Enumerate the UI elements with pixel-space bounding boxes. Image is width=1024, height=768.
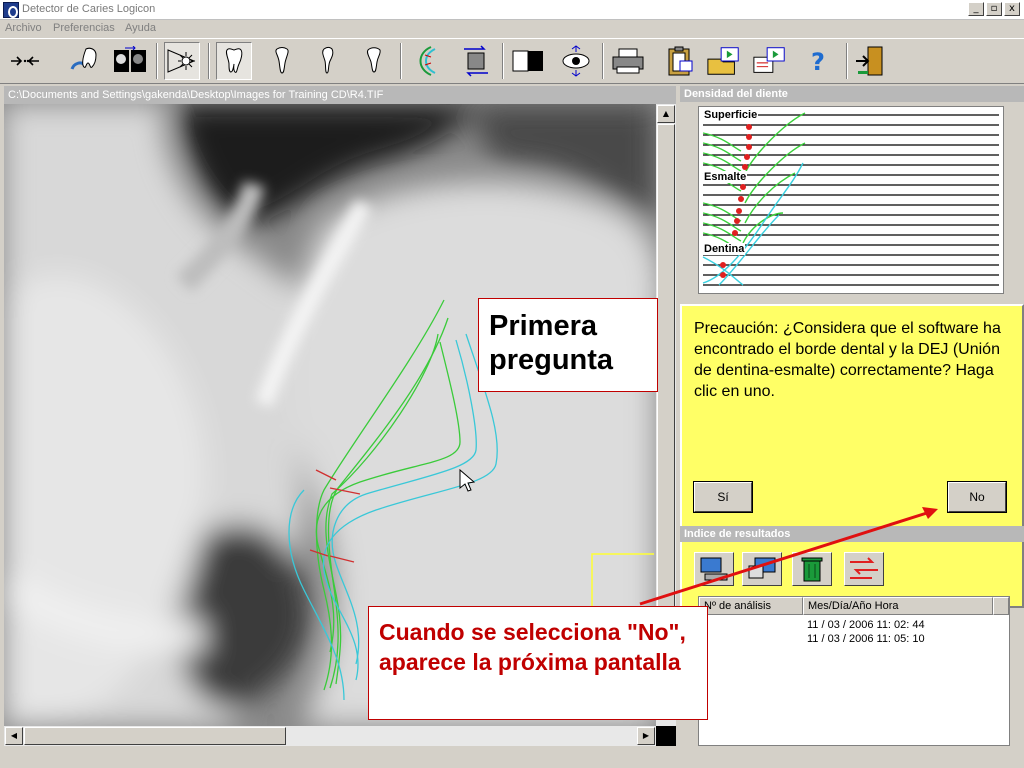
scroll-up-icon[interactable]: ▲ [657,105,675,123]
vertical-scroll-thumb[interactable] [657,124,675,680]
menu-preferencias[interactable]: Preferencias [53,22,115,34]
tooth-4-icon[interactable] [356,42,392,80]
light-icon[interactable] [164,42,200,80]
view-icon[interactable] [558,42,594,80]
move-icon[interactable] [8,42,44,80]
column-header-date[interactable]: Mes/Día/Año Hora [803,597,993,615]
title-bar: Detector de Caries Logicon _ ▫ x [0,0,1024,20]
window-title: Detector de Caries Logicon [22,3,156,15]
menu-archivo[interactable]: Archivo [5,22,42,34]
compare-images-icon[interactable] [112,42,148,80]
menu-bar: Archivo Preferencias Ayuda [0,20,1024,38]
density-label-esmalte: Esmalte [703,171,748,183]
tooth-detect-icon[interactable] [66,42,102,80]
app-icon [3,2,19,18]
contour-icon[interactable] [408,42,444,80]
tooth-3-icon[interactable] [310,42,346,80]
help-icon[interactable]: ? [800,42,836,80]
close-button[interactable]: x [1004,2,1020,16]
scroll-left-icon[interactable]: ◀ [5,727,23,745]
density-label-superficie: Superficie [703,109,759,121]
callout-second-question: Cuando se selecciona "No", aparece la pr… [368,606,708,720]
clipboard-icon[interactable] [662,42,698,80]
export-icon[interactable] [706,42,742,80]
column-header-analysis[interactable]: Nº de análisis [699,597,803,615]
no-button[interactable]: No [947,481,1007,513]
table-row[interactable]: 11 / 03 / 2006 11: 02: 44 [807,619,925,631]
svg-text:?: ? [811,48,825,76]
minimize-button[interactable]: _ [968,2,984,16]
toolbar: ? [0,38,1024,84]
callout-first-question: Primera pregunta [478,298,658,392]
reverse-icon[interactable] [458,42,494,80]
yes-button[interactable]: Sí [693,481,753,513]
menu-ayuda[interactable]: Ayuda [125,22,156,34]
contrast-icon[interactable] [510,42,546,80]
tooth-1-icon[interactable] [216,42,252,80]
density-chart: Superficie Esmalte Dentina [698,106,1004,294]
print-icon[interactable] [610,42,646,80]
computer-icon[interactable] [694,552,734,586]
scroll-right-icon[interactable]: ▶ [637,727,655,745]
caution-message: Precaución: ¿Considera que el software h… [694,320,1001,400]
tooth-2-icon[interactable] [264,42,300,80]
report-icon[interactable] [752,42,788,80]
column-header-blank [993,597,1009,615]
right-panel: Densidad del diente Superficie Esmalte D… [680,86,1024,748]
transfer-arrows-icon[interactable] [844,552,884,586]
horizontal-scrollbar[interactable]: ◀ ▶ [4,726,656,746]
compare-computer-icon[interactable] [742,552,782,586]
maximize-button[interactable]: ▫ [986,2,1002,16]
table-row[interactable]: 11 / 03 / 2006 11: 05: 10 [807,633,925,645]
density-label-dentina: Dentina [703,243,746,255]
exit-icon[interactable] [852,42,888,80]
density-panel-title: Densidad del diente [680,86,1024,102]
trash-icon[interactable] [792,552,832,586]
results-table: Nº de análisis Mes/Día/Año Hora 11 / 03 … [698,596,1010,746]
horizontal-scroll-thumb[interactable] [24,727,286,745]
image-path: C:\Documents and Settings\gakenda\Deskto… [4,86,676,104]
results-panel-title: Indice de resultados [680,526,1024,542]
window-controls: _ ▫ x [968,2,1020,16]
